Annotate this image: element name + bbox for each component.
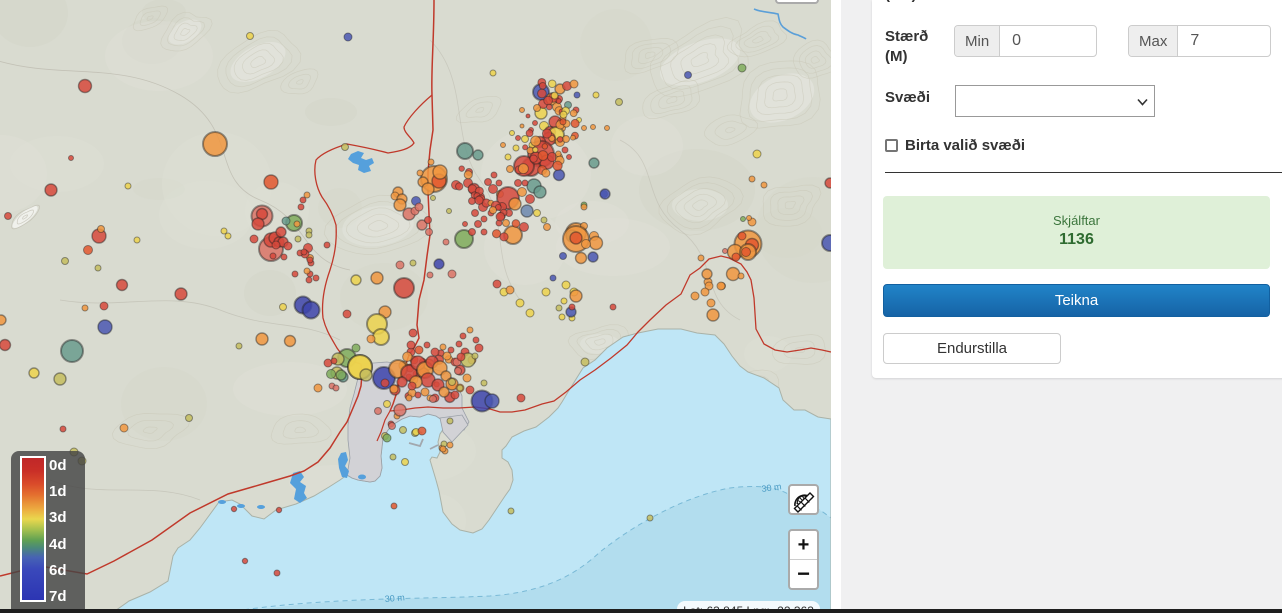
svg-text:30 m: 30 m (384, 592, 405, 604)
